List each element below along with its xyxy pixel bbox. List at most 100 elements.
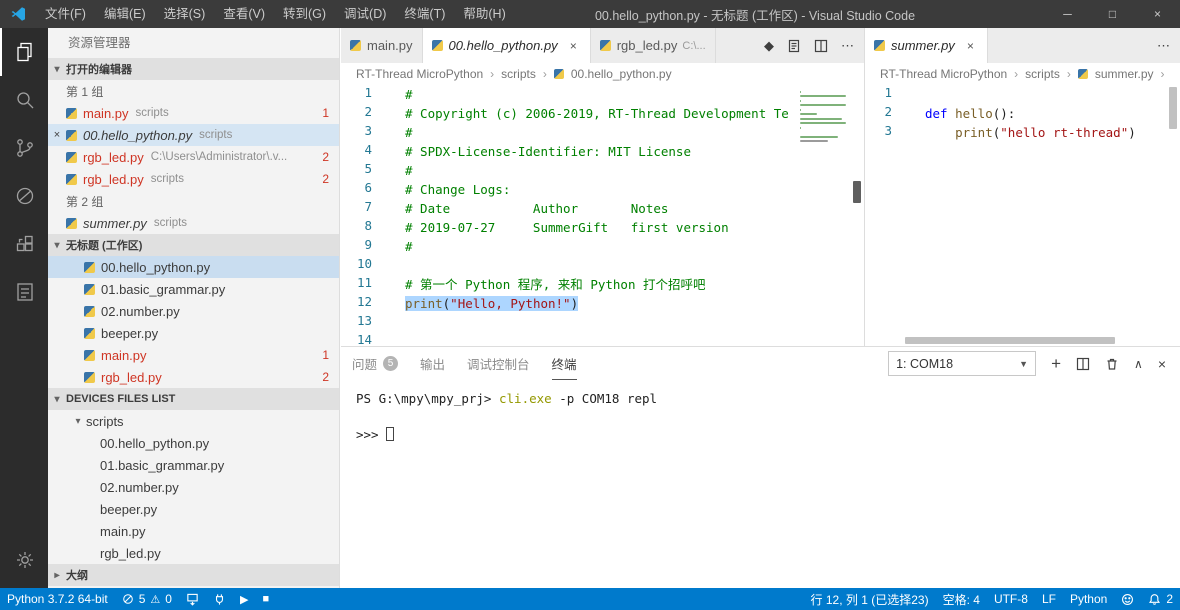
cursor-position-status[interactable]: 行 12, 列 1 (已选择23) [804,588,936,610]
close-tab-icon[interactable]: × [566,39,581,53]
menu-view[interactable]: 查看(V) [214,0,274,28]
tab-hello-python-py[interactable]: 00.hello_python.py × [423,28,591,63]
open-editor-item-hello[interactable]: × 00.hello_python.py scripts [48,124,339,146]
minimize-button[interactable]: ─ [1045,0,1090,28]
kill-terminal-trash-icon[interactable] [1105,357,1119,371]
indentation-status[interactable]: 空格: 4 [936,588,987,610]
device-files-icon[interactable] [0,268,48,316]
device-file-hello[interactable]: 00.hello_python.py [48,432,339,454]
settings-gear-icon[interactable] [0,536,48,584]
horizontal-scrollbar[interactable] [865,335,1166,346]
open-editor-item-main[interactable]: main.py scripts 1 [48,102,339,124]
menu-file[interactable]: 文件(F) [36,0,95,28]
device-file-number[interactable]: 02.number.py [48,476,339,498]
vertical-scrollbar[interactable] [1166,85,1180,346]
python-interpreter-status[interactable]: Python 3.7.2 64-bit [0,588,115,610]
tab-problems[interactable]: 问题 5 [352,347,398,380]
breadcrumb-file[interactable]: 00.hello_python.py [571,67,672,81]
run-button[interactable]: ▶ [233,588,255,610]
tree-item-beeper[interactable]: beeper.py [48,322,339,344]
terminal-output[interactable]: PS G:\mpy\mpy_prj> cli.exe -p COM18 repl… [341,380,1180,444]
device-file-rgb-led[interactable]: rgb_led.py [48,542,339,564]
vertical-scrollbar[interactable] [850,85,864,346]
section-workspace[interactable]: ▾ 无标题 (工作区) [48,234,339,256]
section-devices-files[interactable]: ▾ DEVICES FILES LIST [48,388,339,410]
serial-connect-button[interactable] [206,588,233,610]
tree-item-number[interactable]: 02.number.py [48,300,339,322]
tab-summer-py[interactable]: summer.py × [865,28,988,63]
maximize-button[interactable]: □ [1090,0,1135,28]
new-terminal-icon[interactable]: + [1051,357,1061,371]
open-editor-item-rgb1[interactable]: rgb_led.py C:\Users\Administrator\.v... … [48,146,339,168]
eol-status[interactable]: LF [1035,588,1063,610]
open-editor-item-rgb2[interactable]: rgb_led.py scripts 2 [48,168,339,190]
menu-help[interactable]: 帮助(H) [454,0,514,28]
encoding-status[interactable]: UTF-8 [987,588,1035,610]
section-outline[interactable]: ▸ 大纲 [48,564,339,586]
tab-output[interactable]: 输出 [420,347,445,380]
code-content[interactable]: def hello(): print("hello rt-thread") [905,85,1136,346]
file-name: 01.basic_grammar.py [101,282,225,297]
language-mode-status[interactable]: Python [1063,588,1114,610]
file-name: beeper.py [100,502,157,517]
notifications-bell-button[interactable]: 2 [1141,588,1180,610]
split-terminal-icon[interactable] [1076,357,1090,371]
breadcrumb-project[interactable]: RT-Thread MicroPython [356,67,483,81]
minimap[interactable] [800,88,848,154]
extensions-icon[interactable] [0,220,48,268]
breadcrumb-file[interactable]: summer.py [1095,67,1154,81]
breadcrumb-project[interactable]: RT-Thread MicroPython [880,67,1007,81]
explorer-icon[interactable] [0,28,48,76]
menu-edit[interactable]: 编辑(E) [95,0,155,28]
tree-item-main[interactable]: main.py 1 [48,344,339,366]
code-content[interactable]: ## Copyright (c) 2006-2019, RT-Thread De… [385,85,789,346]
tree-item-rgb-led[interactable]: rgb_led.py 2 [48,366,339,388]
feedback-smiley-button[interactable] [1114,588,1141,610]
devices-folder-scripts[interactable]: ▾ scripts [48,410,339,432]
tab-rgb-led-py[interactable]: rgb_led.py C:\... [591,28,716,63]
tab-main-py[interactable]: main.py [341,28,423,63]
menu-terminal[interactable]: 终端(T) [395,0,454,28]
eol-label: LF [1042,592,1056,606]
tab-label: 终端 [552,354,577,373]
breadcrumb-folder[interactable]: scripts [501,67,536,81]
code-editor-2[interactable]: 123 def hello(): print("hello rt-thread"… [865,85,1180,346]
section-open-editors[interactable]: ▾ 打开的编辑器 [48,58,339,80]
breadcrumb-folder[interactable]: scripts [1025,67,1060,81]
code-editor-1[interactable]: 1234567891011121314 ## Copyright (c) 200… [341,85,864,346]
debug-icon[interactable] [0,172,48,220]
open-preview-icon[interactable] [787,39,801,53]
scrollbar-thumb[interactable] [1169,87,1177,129]
device-file-main[interactable]: main.py [48,520,339,542]
close-tab-icon[interactable]: × [963,39,978,53]
more-actions-icon[interactable]: ⋯ [841,38,854,54]
editor-group-1-label[interactable]: 第 1 组 [48,80,339,102]
maximize-panel-icon[interactable]: ∧ [1134,357,1143,371]
problems-status[interactable]: 5 ⚠ 0 [115,588,179,610]
download-to-device-button[interactable] [179,588,206,610]
serial-port-select[interactable]: 1: COM18 ▼ [888,351,1036,376]
close-icon[interactable]: × [48,129,66,141]
stop-button[interactable]: ■ [255,588,276,610]
split-editor-icon[interactable] [814,39,828,53]
menu-go[interactable]: 转到(G) [274,0,335,28]
search-icon[interactable] [0,76,48,124]
device-file-beeper[interactable]: beeper.py [48,498,339,520]
open-editor-item-summer[interactable]: summer.py scripts [48,212,339,234]
menu-selection[interactable]: 选择(S) [155,0,215,28]
source-control-icon[interactable] [0,124,48,172]
scrollbar-thumb[interactable] [853,181,861,203]
tree-item-basic-grammar[interactable]: 01.basic_grammar.py [48,278,339,300]
tab-debug-console[interactable]: 调试控制台 [467,347,530,380]
menu-debug[interactable]: 调试(D) [335,0,395,28]
device-file-basic-grammar[interactable]: 01.basic_grammar.py [48,454,339,476]
close-panel-icon[interactable]: × [1158,356,1166,372]
scrollbar-thumb[interactable] [905,337,1115,344]
editor-group-2-label[interactable]: 第 2 组 [48,190,339,212]
close-window-button[interactable]: × [1135,0,1180,28]
tab-terminal[interactable]: 终端 [552,347,577,380]
chevron-right-icon: ▸ [48,570,66,581]
more-actions-icon[interactable]: ⋯ [1157,38,1170,54]
tree-item-hello[interactable]: 00.hello_python.py [48,256,339,278]
diamond-icon[interactable]: ◆ [764,38,774,54]
